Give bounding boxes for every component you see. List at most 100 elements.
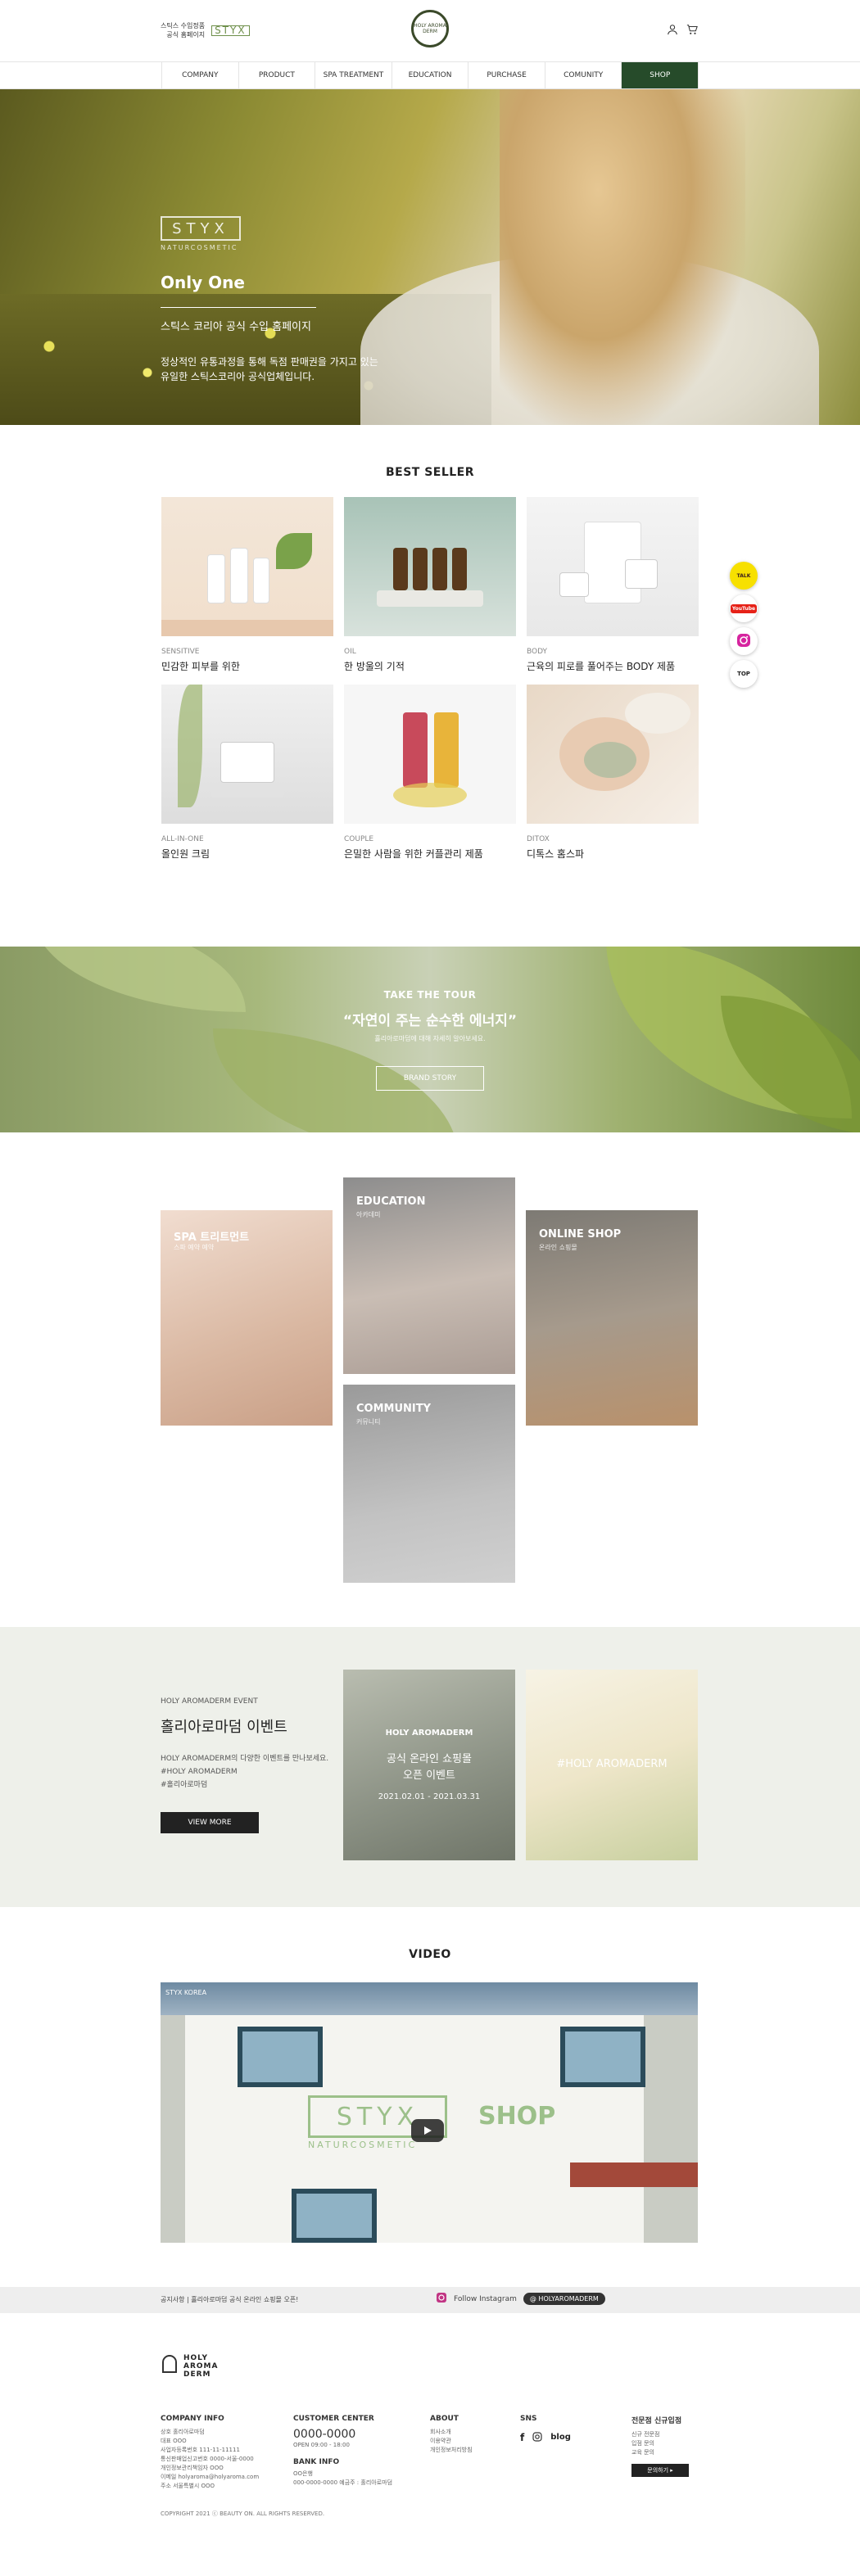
footer-logo-line: DERM xyxy=(183,2370,211,2379)
partner-inquiry-button[interactable]: 문의하기 ▸ xyxy=(631,2464,689,2477)
product-name: 민감한 피부를 위한 xyxy=(161,661,240,672)
footer-link-company[interactable]: 회사소개 xyxy=(430,2428,473,2437)
site-header: 스틱스 수입정품 공식 홈페이지 STYX HOLY AROMA DERM xyxy=(0,0,860,62)
product-card[interactable]: BODY 근육의 피로를 풀어주는 BODY 제품 xyxy=(527,497,699,673)
instagram-button[interactable] xyxy=(730,627,758,655)
product-card[interactable]: ALL-IN-ONE 올인원 크림 xyxy=(161,685,333,861)
hero-logo-sub: NATURCOSMETIC xyxy=(161,244,238,251)
youtube-icon: YouTube xyxy=(730,603,758,613)
event-banner-open[interactable]: HOLY AROMADERM 공식 온라인 쇼핑몰 오픈 이벤트 2021.02… xyxy=(343,1670,515,1860)
product-name: 근육의 피로를 풀어주는 BODY 제품 xyxy=(527,661,676,672)
footer-line: 000-0000-0000 예금주 : 홀리아로마덤 xyxy=(293,2479,393,2486)
youtube-button[interactable]: YouTube xyxy=(730,594,758,622)
event-banner2-brand: #HOLY AROMADERM xyxy=(556,1758,668,1770)
product-image xyxy=(344,685,516,824)
styx-mark: STYX xyxy=(211,25,250,36)
footer-logo-icon xyxy=(161,2354,179,2379)
event-section: HOLY AROMADERM EVENT 홀리아로마덤 이벤트 HOLY ARO… xyxy=(0,1627,860,1907)
video-channel-name: STYX KOREA xyxy=(165,1989,207,1996)
footer-col-title: CUSTOMER CENTER xyxy=(293,2415,374,2423)
footer-phone: 0000-0000 xyxy=(293,2428,356,2441)
event-banner-line1: 공식 온라인 쇼핑몰 xyxy=(387,1753,472,1765)
nav-list: COMPANY PRODUCT SPA TREATMENT EDUCATION … xyxy=(161,62,699,88)
nav-purchase[interactable]: PURCHASE xyxy=(468,62,545,88)
instagram-icon xyxy=(436,2292,447,2306)
tour-headline: “자연이 주는 순수한 에너지” xyxy=(342,1013,518,1029)
footer-hours: OPEN 09:00 - 18:00 xyxy=(293,2442,350,2448)
product-category: DITOX xyxy=(527,835,550,843)
notice-bar: 공지사항 | 홀리아로마덤 공식 온라인 쇼핑몰 오픈! Follow Inst… xyxy=(0,2287,860,2313)
footer-logo-line: HOLY xyxy=(183,2354,209,2362)
video-section: VIDEO STYX KOREA STYX NATURCOSMETIC SHOP xyxy=(0,1907,860,2287)
nav-education[interactable]: EDUCATION xyxy=(392,62,469,88)
footer-col-title: COMPANY INFO xyxy=(161,2415,224,2423)
best-seller-grid: SENSITIVE 민감한 피부를 위한 OIL 한 방울의 기적 BODY 근… xyxy=(161,497,699,861)
brand-line1: 스틱스 수입정품 xyxy=(161,22,206,29)
footer-sns: SNS f blog xyxy=(520,2415,571,2445)
video-sign-sub: NATURCOSMETIC xyxy=(308,2140,418,2150)
footer-line: 이메일 holyaroma@holyaroma.com xyxy=(161,2474,260,2480)
tile-online-shop[interactable]: ONLINE SHOP 온라인 쇼핑몰 xyxy=(526,1210,698,1426)
tour-kicker: TAKE THE TOUR xyxy=(383,989,477,1001)
event-title: 홀리아로마덤 이벤트 xyxy=(161,1719,287,1736)
follow-label: Follow Instagram xyxy=(454,2294,517,2303)
product-image xyxy=(344,497,516,636)
tile-subtitle: 온라인 쇼핑몰 xyxy=(539,1244,577,1251)
hero-only-one: Only One xyxy=(161,273,245,292)
cart-icon[interactable] xyxy=(686,23,698,38)
facebook-icon[interactable]: f xyxy=(520,2432,524,2443)
footer-line: 사업자등록번호 111-11-11111 xyxy=(161,2447,240,2453)
nav-community[interactable]: COMUNITY xyxy=(545,62,622,88)
nav-product[interactable]: PRODUCT xyxy=(239,62,316,88)
tile-spa-treatment[interactable]: SPA 트리트먼트 스파 예약 예약 xyxy=(161,1210,333,1426)
product-card[interactable]: OIL 한 방울의 기적 xyxy=(344,497,516,673)
footer-line: 교육 문의 xyxy=(631,2449,654,2456)
tile-subtitle: 아카데미 xyxy=(356,1211,381,1218)
product-category: COUPLE xyxy=(344,835,374,843)
product-category: ALL-IN-ONE xyxy=(161,835,204,843)
nav-company[interactable]: COMPANY xyxy=(162,62,239,88)
scroll-top-button[interactable]: TOP xyxy=(730,660,758,688)
tile-community[interactable]: COMMUNITY 커뮤니티 xyxy=(343,1385,515,1583)
logo-text: HOLY AROMA DERM xyxy=(414,23,446,34)
footer-line: OO은행 xyxy=(293,2470,313,2477)
product-card[interactable]: DITOX 디톡스 홈스파 xyxy=(527,685,699,861)
play-icon[interactable] xyxy=(411,2119,444,2142)
product-category: SENSITIVE xyxy=(161,648,200,656)
holy-aroma-derm-logo[interactable]: HOLY AROMA DERM xyxy=(411,10,449,47)
brand-story-button[interactable]: BRAND STORY xyxy=(376,1066,484,1091)
footer-col-title: SNS xyxy=(520,2415,537,2423)
video-player[interactable]: STYX KOREA STYX NATURCOSMETIC SHOP xyxy=(161,1982,698,2243)
instagram-icon xyxy=(736,633,751,649)
kakao-talk-button[interactable]: TALK xyxy=(730,562,758,590)
blog-link[interactable]: blog xyxy=(550,2433,571,2442)
nav-shop[interactable]: SHOP xyxy=(622,62,699,88)
footer-line: 입점 문의 xyxy=(631,2440,654,2447)
product-image xyxy=(527,497,699,636)
footer-line: 상호 홀리아로마덤 xyxy=(161,2429,205,2435)
footer-line: 통신판매업신고번호 0000-서울-0000 xyxy=(161,2456,254,2462)
product-card[interactable]: COUPLE 은밀한 사람을 위한 커플관리 제품 xyxy=(344,685,516,861)
product-name: 올인원 크림 xyxy=(161,848,210,860)
floating-quick-menu: TALK YouTube TOP xyxy=(729,562,758,688)
footer-link-terms[interactable]: 이용약관 xyxy=(430,2437,473,2446)
instagram-icon[interactable] xyxy=(532,2429,542,2445)
view-more-button[interactable]: VIEW MORE xyxy=(161,1812,259,1833)
tile-education[interactable]: EDUCATION 아카데미 xyxy=(343,1177,515,1374)
product-image xyxy=(161,685,333,824)
notice-text-wrap[interactable]: 공지사항 | 홀리아로마덤 공식 온라인 쇼핑몰 오픈! xyxy=(161,2295,298,2304)
footer-logo: HOLY AROMA DERM xyxy=(161,2354,218,2379)
instagram-follow[interactable]: Follow Instagram @ HOLYAROMADERM xyxy=(436,2292,605,2306)
footer-link-privacy[interactable]: 개인정보처리방침 xyxy=(430,2446,473,2455)
brand-block[interactable]: 스틱스 수입정품 공식 홈페이지 STYX xyxy=(161,21,250,39)
product-image xyxy=(161,497,333,636)
product-card[interactable]: SENSITIVE 민감한 피부를 위한 xyxy=(161,497,333,673)
user-icon[interactable] xyxy=(667,23,678,38)
footer-line: 신규 전문점 xyxy=(631,2431,660,2438)
footer-about: ABOUT 회사소개 이용약관 개인정보처리방침 xyxy=(430,2415,473,2455)
product-image xyxy=(527,685,699,824)
nav-spa-treatment[interactable]: SPA TREATMENT xyxy=(315,62,392,88)
tile-subtitle: 스파 예약 예약 xyxy=(174,1244,215,1251)
footer-bank-title: BANK INFO xyxy=(293,2458,340,2466)
event-banner-brand[interactable]: #HOLY AROMADERM xyxy=(526,1670,698,1860)
